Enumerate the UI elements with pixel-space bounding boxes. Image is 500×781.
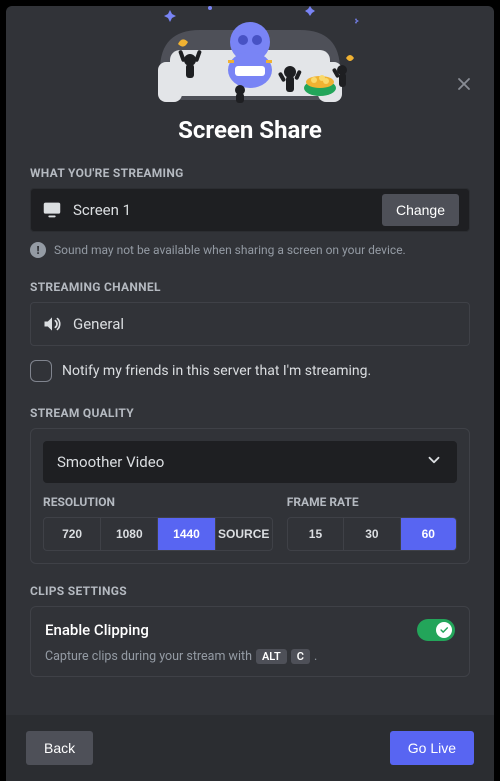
clips-settings-label: CLIPS SETTINGS [30, 584, 470, 598]
streaming-channel-name: General [73, 315, 459, 333]
audio-warning: ! Sound may not be available when sharin… [30, 242, 470, 258]
warning-icon: ! [30, 242, 46, 258]
notify-friends-checkbox[interactable] [30, 360, 52, 382]
framerate-segmented: 15 30 60 [287, 517, 457, 551]
notify-friends-label: Notify my friends in this server that I'… [62, 363, 371, 379]
streaming-source-name: Screen 1 [73, 201, 372, 219]
enable-clipping-title: Enable Clipping [45, 621, 149, 639]
streaming-channel-row[interactable]: General [30, 302, 470, 346]
resolution-option-720[interactable]: 720 [44, 518, 101, 550]
modal-footer: Back Go Live [6, 715, 494, 781]
framerate-label: FRAME RATE [287, 495, 457, 509]
modal-title: Screen Share [30, 116, 470, 144]
go-live-button[interactable]: Go Live [390, 731, 474, 765]
clips-description: Capture clips during your stream with AL… [45, 649, 455, 664]
change-source-button[interactable]: Change [382, 194, 459, 226]
hotkey-c: C [291, 649, 310, 664]
toggle-knob [436, 622, 452, 638]
volume-icon [41, 313, 63, 335]
resolution-option-source[interactable]: SOURCE [216, 518, 272, 550]
framerate-option-30[interactable]: 30 [344, 518, 400, 550]
framerate-option-15[interactable]: 15 [288, 518, 344, 550]
back-button[interactable]: Back [26, 731, 93, 765]
audio-warning-text: Sound may not be available when sharing … [54, 243, 406, 257]
streaming-source-label: WHAT YOU'RE STREAMING [30, 166, 470, 180]
resolution-segmented: 720 1080 1440 SOURCE [43, 517, 273, 551]
resolution-option-1440[interactable]: 1440 [158, 518, 215, 550]
resolution-option-1080[interactable]: 1080 [101, 518, 158, 550]
hero-illustration [6, 6, 494, 106]
chevron-down-icon [425, 451, 443, 473]
screen-share-modal: Screen Share WHAT YOU'RE STREAMING Scree… [6, 6, 494, 781]
streaming-channel-label: STREAMING CHANNEL [30, 280, 470, 294]
monitor-icon [41, 199, 63, 221]
quality-preset-value: Smoother Video [57, 453, 164, 471]
enable-clipping-toggle[interactable] [417, 619, 455, 641]
framerate-option-60[interactable]: 60 [401, 518, 456, 550]
hotkey-alt: ALT [256, 649, 287, 664]
quality-preset-dropdown[interactable]: Smoother Video [43, 441, 457, 483]
streaming-source-row: Screen 1 Change [30, 188, 470, 232]
clips-panel: Enable Clipping Capture clips during you… [30, 606, 470, 677]
stream-quality-label: STREAM QUALITY [30, 406, 470, 420]
notify-friends-row: Notify my friends in this server that I'… [30, 360, 470, 382]
stream-quality-panel: Smoother Video RESOLUTION 720 1080 1440 … [30, 428, 470, 564]
close-button[interactable] [452, 72, 476, 96]
resolution-label: RESOLUTION [43, 495, 273, 509]
